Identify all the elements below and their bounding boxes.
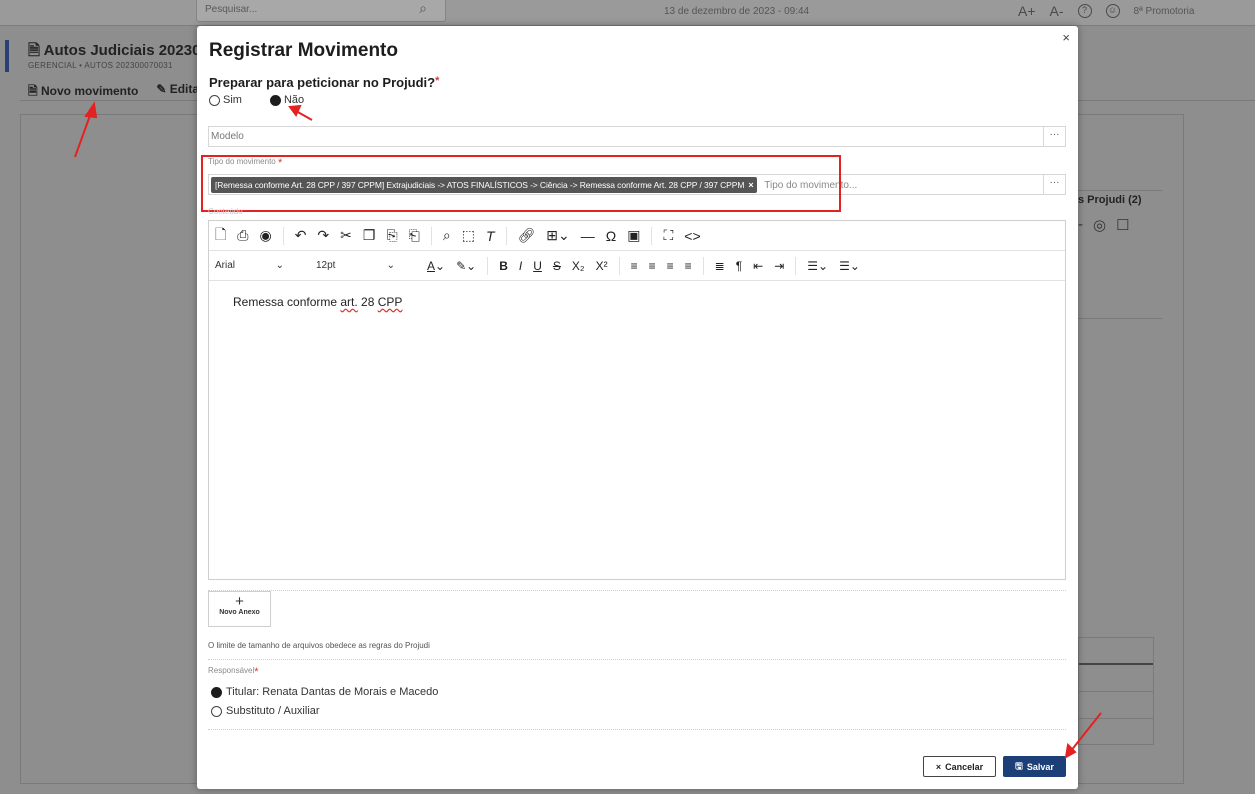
projudi-actions: - ◎ ☐ — [1078, 216, 1130, 234]
search-placeholder: Pesquisar... — [205, 4, 258, 15]
find-icon[interactable]: ⌕ — [443, 227, 451, 244]
preview-icon[interactable]: ◉ — [259, 227, 271, 244]
undo-icon[interactable]: ↶ — [295, 227, 307, 244]
copy-icon[interactable]: ❐ — [363, 227, 376, 244]
save-icon: 🖫︎ — [1015, 760, 1023, 771]
line-height-icon[interactable]: ≣ — [715, 259, 725, 273]
radio-circle-selected[interactable] — [269, 94, 281, 106]
radio-substituto[interactable]: Substituto / Auxiliar — [211, 705, 320, 717]
radio-nao[interactable]: Não — [269, 94, 304, 106]
modelo-field[interactable]: Modelo ··· — [208, 126, 1066, 147]
align-justify-icon[interactable]: ≡ — [685, 259, 692, 273]
editor-content[interactable]: Remessa conforme art. 28 CPP — [209, 281, 1065, 309]
print-icon[interactable]: ⎙ — [237, 227, 248, 244]
special-char-icon[interactable]: Ω — [606, 228, 616, 244]
organization-label: 8ª Promotoria — [1133, 5, 1195, 17]
strikethrough-icon[interactable]: S — [553, 259, 561, 273]
radio-circle[interactable] — [209, 94, 220, 106]
radio-sim[interactable]: Sim — [209, 94, 242, 106]
help-icon[interactable]: ? — [1077, 4, 1092, 18]
select-all-icon[interactable]: ⬚ — [462, 227, 475, 244]
prepare-question: Preparar para peticionar no Projudi?* — [209, 75, 440, 90]
page-subtitle: GERENCIAL • AUTOS 202300070031 — [28, 61, 173, 70]
clear-format-icon[interactable]: T — [486, 228, 495, 244]
conteudo-label: Conteúdo — [208, 207, 243, 216]
modal-title: Registrar Movimento — [209, 40, 398, 61]
required-marker: * — [435, 75, 440, 87]
hr-icon[interactable]: — — [581, 228, 595, 244]
registrar-movimento-modal: × Registrar Movimento Preparar para peti… — [197, 26, 1078, 789]
tipo-more-button[interactable]: ··· — [1043, 174, 1065, 195]
font-size-select[interactable]: 12pt ⌄ — [316, 260, 416, 271]
prepare-radio-group: Sim Não — [209, 94, 304, 106]
close-icon: × — [935, 761, 942, 772]
compass-icon[interactable]: ◎ — [1093, 216, 1106, 234]
align-center-icon[interactable]: ≡ — [649, 259, 656, 273]
highlight-color-icon[interactable]: ✎⌄ — [456, 259, 476, 273]
modelo-more-button[interactable]: ··· — [1043, 126, 1065, 147]
top-actions: A+ A- ? ☺ 8ª Promotoria — [1018, 3, 1194, 19]
highlight-box — [201, 155, 841, 212]
radio-circle-selected[interactable] — [211, 686, 222, 698]
close-icon[interactable]: × — [1062, 30, 1070, 45]
table-row — [1079, 638, 1153, 665]
paragraph-icon[interactable]: ¶ — [736, 259, 742, 273]
radio-circle[interactable] — [211, 705, 222, 717]
divider — [208, 659, 1066, 660]
projudi-tab[interactable]: s Projudi (2) — [1078, 194, 1142, 206]
new-doc-icon[interactable]: 🗋 — [215, 224, 226, 248]
radio-titular[interactable]: Titular: Renata Dantas de Morais e Maced… — [211, 686, 438, 698]
divider — [208, 729, 1066, 730]
image-icon[interactable]: ▣ — [627, 227, 640, 244]
background-table — [1078, 637, 1154, 745]
responsavel-label: Responsável* — [208, 666, 259, 678]
text-color-icon[interactable]: A⌄ — [427, 259, 445, 273]
numbered-list-icon[interactable]: ☰⌄ — [839, 259, 860, 273]
link-icon[interactable]: 🔗︎ — [518, 227, 536, 244]
editor-toolbar-1: 🗋 ⎙ ◉ ↶ ↷ ✂ ❐ ⎘ ⎗ ⌕ ⬚ T 🔗︎ ⊞⌄ — Ω ▣ ⛶ <> — [209, 221, 1065, 251]
cancel-button[interactable]: × Cancelar — [923, 756, 996, 777]
plus-icon: + — [235, 593, 244, 610]
minus-icon[interactable]: - — [1078, 216, 1083, 234]
save-button[interactable]: 🖫︎ Salvar — [1003, 756, 1066, 777]
underline-icon[interactable]: U — [533, 259, 542, 273]
source-code-icon[interactable]: <> — [684, 228, 700, 244]
title-accent-bar — [5, 40, 9, 72]
rich-text-editor: 🗋 ⎙ ◉ ↶ ↷ ✂ ❐ ⎘ ⎗ ⌕ ⬚ T 🔗︎ ⊞⌄ — Ω ▣ ⛶ <>… — [208, 220, 1066, 580]
bullet-list-icon[interactable]: ☰⌄ — [807, 259, 828, 273]
new-attachment-button[interactable]: + Novo Anexo — [208, 591, 271, 627]
align-left-icon[interactable]: ≡ — [631, 259, 638, 273]
accessibility-icon[interactable]: ☺ — [1105, 4, 1120, 18]
italic-icon[interactable]: I — [519, 259, 522, 273]
indent-icon[interactable]: ⇥ — [774, 259, 784, 273]
redo-icon[interactable]: ↷ — [317, 227, 329, 244]
table-row — [1079, 692, 1153, 719]
bold-icon[interactable]: B — [499, 259, 508, 273]
table-row — [1079, 665, 1153, 692]
divider — [1078, 190, 1162, 191]
align-right-icon[interactable]: ≡ — [667, 259, 674, 273]
datetime-label: 13 de dezembro de 2023 - 09:44 — [664, 6, 810, 17]
editor-toolbar-2: Arial ⌄ 12pt ⌄ A⌄ ✎⌄ B I U S X₂ X² ≡ ≡ ≡ ≡… — [209, 251, 1065, 281]
search-icon[interactable]: ⌕ — [419, 0, 427, 17]
paste-text-icon[interactable]: ⎗ — [409, 227, 420, 244]
top-bar: Pesquisar... ⌕ 13 de dezembro de 2023 - … — [0, 0, 1255, 26]
subscript-icon[interactable]: X₂ — [572, 259, 585, 273]
comment-icon[interactable]: ☐ — [1116, 216, 1129, 234]
attachment-limit-note: O limite de tamanho de arquivos obedece … — [208, 641, 430, 650]
divider — [208, 590, 1066, 591]
font-decrease-button[interactable]: A- — [1050, 3, 1064, 19]
outdent-icon[interactable]: ⇤ — [753, 259, 763, 273]
superscript-icon[interactable]: X² — [596, 259, 608, 273]
font-select[interactable]: Arial ⌄ — [215, 260, 305, 271]
font-increase-button[interactable]: A+ — [1018, 3, 1036, 19]
divider — [1078, 318, 1162, 319]
table-icon[interactable]: ⊞⌄ — [546, 227, 569, 244]
search-input[interactable]: Pesquisar... ⌕ — [196, 0, 446, 22]
cut-icon[interactable]: ✂ — [340, 227, 352, 244]
fullscreen-icon[interactable]: ⛶ — [663, 227, 673, 244]
paste-icon[interactable]: ⎘ — [386, 227, 397, 244]
